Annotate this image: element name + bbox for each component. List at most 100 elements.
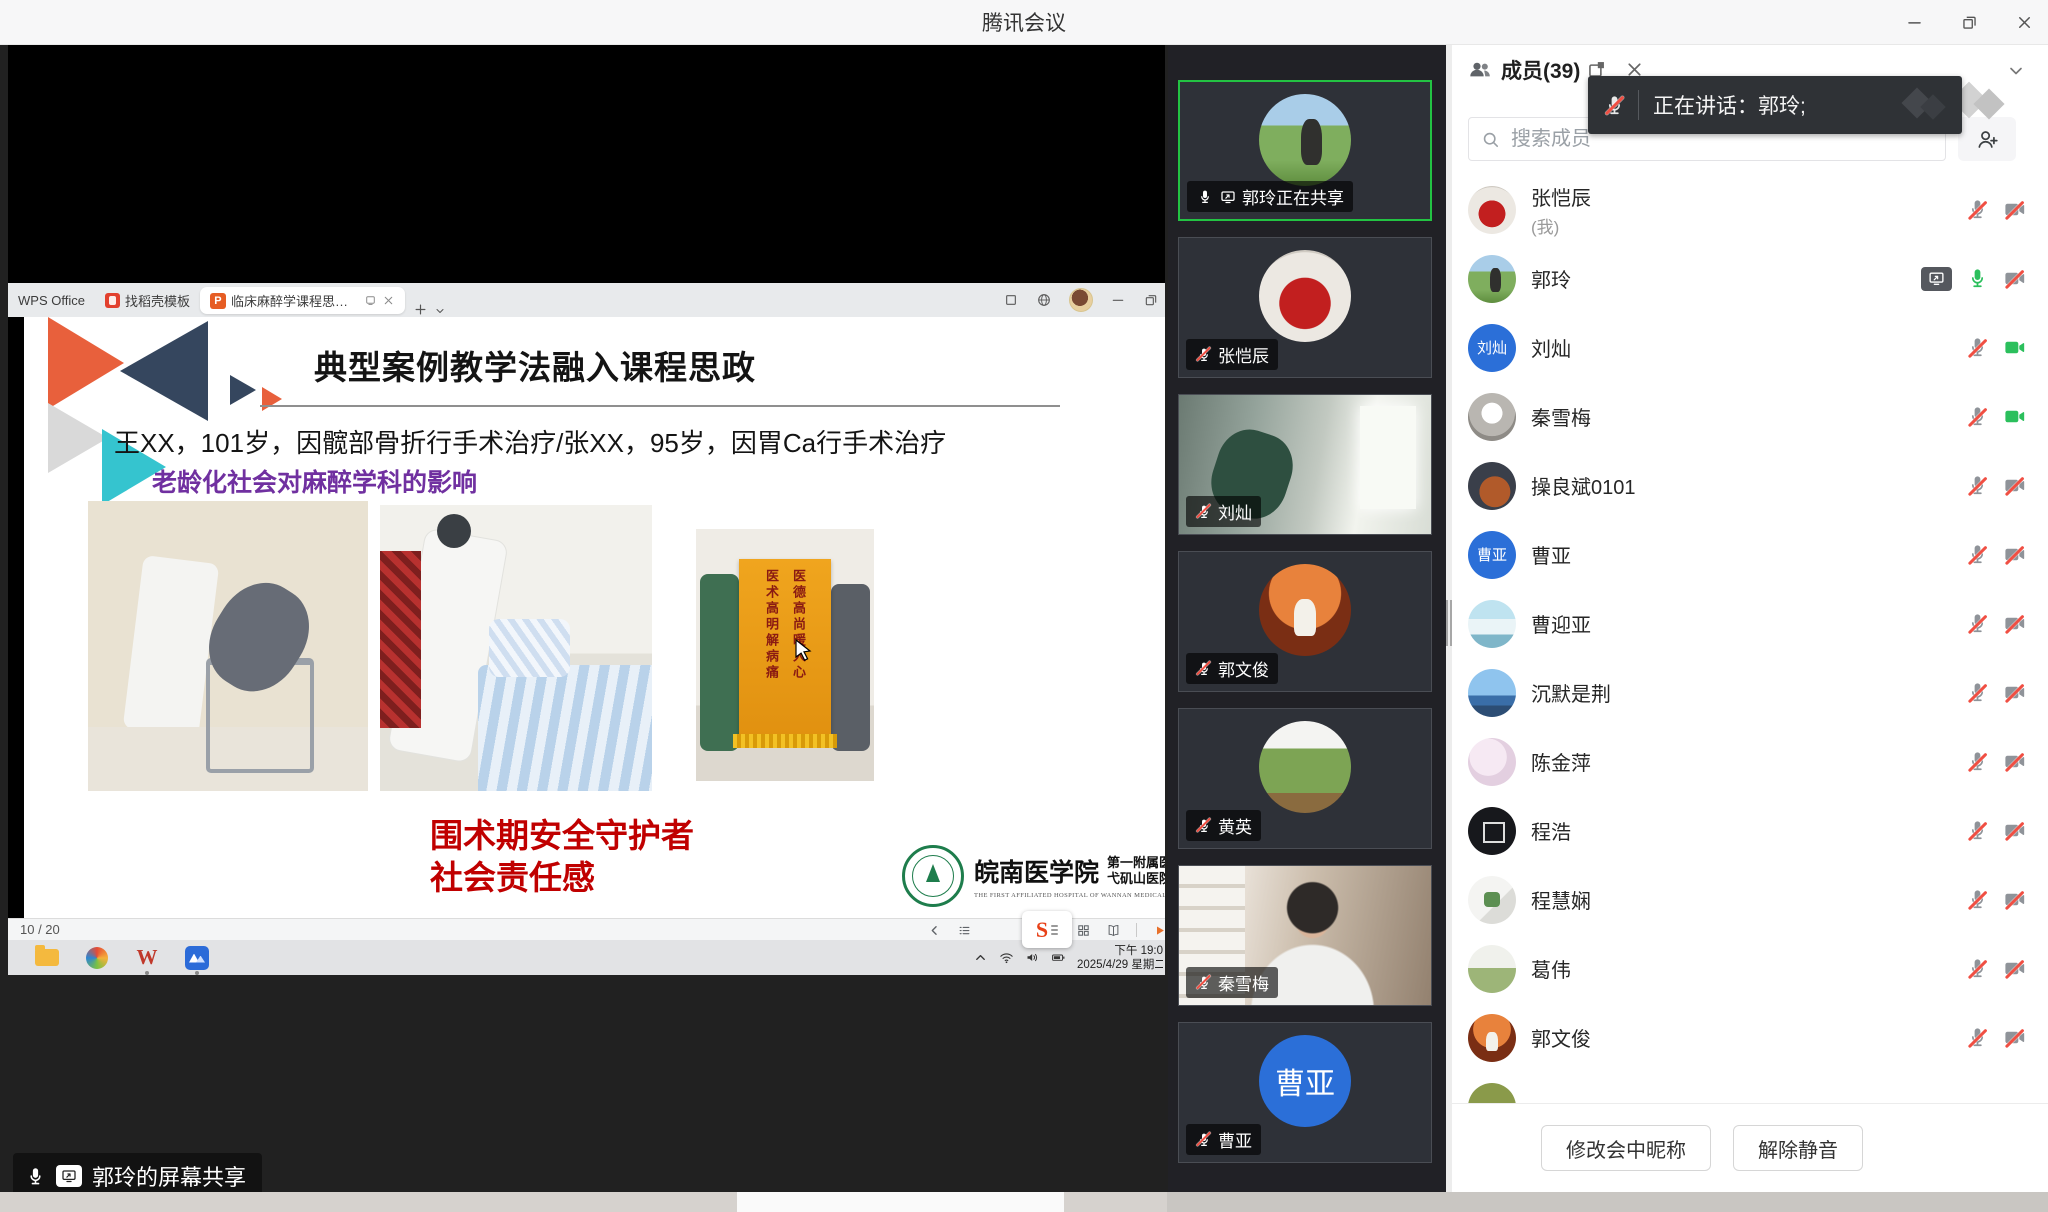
tab-pin-icon[interactable] bbox=[364, 294, 377, 307]
slide-subtitle: 老龄化社会对麻醉学科的影响 bbox=[152, 463, 477, 499]
mic-muted-icon[interactable] bbox=[1965, 681, 1989, 705]
mic-muted-icon[interactable] bbox=[1965, 474, 1989, 498]
video-tile-7[interactable]: 曹亚曹亚 bbox=[1178, 1022, 1432, 1163]
member-row-11[interactable]: 程慧娴 bbox=[1452, 865, 2048, 934]
mic-muted-icon[interactable] bbox=[1965, 1026, 1989, 1050]
member-count-title: 成员(39) bbox=[1501, 55, 1580, 85]
slide-title-rule bbox=[260, 405, 1060, 407]
member-list[interactable]: 张恺辰(我)郭玲刘灿刘灿秦雪梅操良斌0101 曹亚曹亚曹迎亚沉默是荆陈金萍程浩程慧… bbox=[1452, 175, 2048, 1103]
previous-slide-icon[interactable] bbox=[927, 923, 942, 938]
tab-list-chevron-icon[interactable] bbox=[434, 305, 446, 317]
member-row-10[interactable]: 程浩 bbox=[1452, 796, 2048, 865]
cam-muted-icon[interactable] bbox=[2002, 543, 2026, 567]
presentation-slide: 典型案例教学法融入课程思政 王XX，101岁，因髋部骨折行手术治疗/张XX，95… bbox=[24, 317, 1165, 918]
taskbar-browser-icon[interactable] bbox=[84, 945, 110, 971]
taskbar-meeting-app-icon[interactable] bbox=[184, 945, 210, 971]
cam-muted-icon[interactable] bbox=[2002, 267, 2026, 291]
cam-muted-icon[interactable] bbox=[2002, 1026, 2026, 1050]
member-row-1[interactable]: 张恺辰(我) bbox=[1452, 175, 2048, 244]
member-row-6[interactable]: 曹亚曹亚 bbox=[1452, 520, 2048, 589]
video-tile-5[interactable]: 黄英 bbox=[1178, 708, 1432, 849]
mic-muted-icon[interactable] bbox=[1965, 198, 1989, 222]
reading-view-icon[interactable] bbox=[1106, 923, 1121, 938]
mic-muted-icon[interactable] bbox=[1965, 405, 1989, 429]
silk-banner: 医术高明解病痛 医德高尚暖人心 bbox=[739, 559, 832, 735]
tab-presentation-active[interactable]: P 临床麻醉学课程思政集体备课 bbox=[200, 287, 405, 314]
tray-wifi-icon[interactable] bbox=[999, 950, 1014, 965]
wps-account-avatar[interactable] bbox=[1069, 288, 1093, 312]
tile-name-label: 黄英 bbox=[1186, 810, 1261, 841]
slideshow-play-icon[interactable] bbox=[1152, 923, 1165, 938]
mic-on-icon bbox=[1196, 188, 1213, 205]
avatar bbox=[1468, 600, 1516, 648]
share-pill-label: 郭玲的屏幕共享 bbox=[92, 1160, 246, 1192]
tray-battery-icon[interactable] bbox=[1051, 950, 1066, 965]
member-row-8[interactable]: 沉默是荆 bbox=[1452, 658, 2048, 727]
new-tab-icon[interactable] bbox=[413, 302, 428, 317]
tray-volume-icon[interactable] bbox=[1025, 950, 1040, 965]
floating-s-tool-badge[interactable]: S bbox=[1022, 911, 1072, 948]
taskbar-file-explorer-icon[interactable] bbox=[34, 945, 60, 971]
minimize-icon[interactable] bbox=[1905, 13, 1924, 32]
cam-muted-icon[interactable] bbox=[2002, 681, 2026, 705]
cam-on-icon[interactable] bbox=[2002, 405, 2026, 429]
mic-muted-icon[interactable] bbox=[1965, 819, 1989, 843]
wps-minimize-icon[interactable] bbox=[1110, 292, 1126, 308]
unmute-button[interactable]: 解除静音 bbox=[1733, 1125, 1863, 1171]
cam-muted-icon[interactable] bbox=[2002, 750, 2026, 774]
member-row-13[interactable]: 郭文俊 bbox=[1452, 1003, 2048, 1072]
screen-share-indicator-pill[interactable]: 郭玲的屏幕共享 bbox=[13, 1153, 262, 1192]
cam-muted-icon[interactable] bbox=[2002, 888, 2026, 912]
mic-muted-icon[interactable] bbox=[1965, 543, 1989, 567]
member-name: 操良斌0101 bbox=[1531, 471, 1965, 500]
member-row-5[interactable]: 操良斌0101 bbox=[1452, 451, 2048, 520]
avatar bbox=[1468, 738, 1516, 786]
outline-list-icon[interactable] bbox=[957, 923, 972, 938]
video-tile-3[interactable]: 刘灿 bbox=[1178, 394, 1432, 535]
change-nickname-button[interactable]: 修改会中昵称 bbox=[1541, 1125, 1711, 1171]
wps-restore-icon[interactable] bbox=[1143, 292, 1159, 308]
tab-close-icon[interactable] bbox=[382, 294, 395, 307]
member-row-7[interactable]: 曹迎亚 bbox=[1452, 589, 2048, 658]
tab-wps-office[interactable]: WPS Office bbox=[8, 283, 95, 317]
video-tile-6[interactable]: 秦雪梅 bbox=[1178, 865, 1432, 1006]
cam-muted-icon[interactable] bbox=[2002, 474, 2026, 498]
mic-muted-icon[interactable] bbox=[1965, 888, 1989, 912]
cam-muted-icon[interactable] bbox=[2002, 612, 2026, 636]
mic-on-icon bbox=[25, 1166, 46, 1187]
restore-window-icon[interactable] bbox=[1960, 13, 1979, 32]
member-row-2[interactable]: 郭玲 bbox=[1452, 244, 2048, 313]
cam-on-icon[interactable] bbox=[2002, 336, 2026, 360]
collapse-chevron-icon[interactable] bbox=[2006, 61, 2026, 81]
photo-doctor-bedside bbox=[380, 505, 652, 791]
search-icon bbox=[1481, 130, 1500, 149]
video-tile-4[interactable]: 郭文俊 bbox=[1178, 551, 1432, 692]
video-tile-2[interactable]: 张恺辰 bbox=[1178, 237, 1432, 378]
member-row-3[interactable]: 刘灿刘灿 bbox=[1452, 313, 2048, 382]
member-row-12[interactable]: 葛伟 bbox=[1452, 934, 2048, 1003]
taskbar-wps-icon[interactable]: W bbox=[134, 945, 160, 971]
cam-muted-icon[interactable] bbox=[2002, 957, 2026, 981]
close-window-icon[interactable] bbox=[2015, 13, 2034, 32]
wps-globe-icon[interactable] bbox=[1036, 292, 1052, 308]
mic-muted-icon[interactable] bbox=[1965, 336, 1989, 360]
wps-layout-icon[interactable] bbox=[1003, 292, 1019, 308]
mic-on-icon[interactable] bbox=[1965, 267, 1989, 291]
taskbar-clock[interactable]: 下午 19:0 2025/4/29 星期二 bbox=[1077, 944, 1163, 972]
mic-muted-icon[interactable] bbox=[1965, 750, 1989, 774]
tile-name-label: 刘灿 bbox=[1186, 496, 1261, 527]
slide-sorter-icon[interactable] bbox=[1076, 923, 1091, 938]
member-row-4[interactable]: 秦雪梅 bbox=[1452, 382, 2048, 451]
member-row-partial[interactable] bbox=[1452, 1072, 2048, 1103]
cam-muted-icon[interactable] bbox=[2002, 198, 2026, 222]
video-tile-1[interactable]: 郭玲正在共享 bbox=[1178, 80, 1432, 221]
wps-tabbar: WPS Office 找稻壳模板 P 临床麻醉学课程思政集体备课 bbox=[8, 283, 1165, 317]
wps-statusbar: 10 / 20 S bbox=[8, 918, 1165, 940]
cam-muted-icon[interactable] bbox=[2002, 819, 2026, 843]
tab-docer-templates[interactable]: 找稻壳模板 bbox=[95, 283, 200, 317]
tray-chevron-up-icon[interactable] bbox=[973, 950, 988, 965]
mic-muted-icon[interactable] bbox=[1965, 612, 1989, 636]
member-row-9[interactable]: 陈金萍 bbox=[1452, 727, 2048, 796]
mic-muted-icon[interactable] bbox=[1965, 957, 1989, 981]
tab-label: WPS Office bbox=[18, 293, 85, 308]
